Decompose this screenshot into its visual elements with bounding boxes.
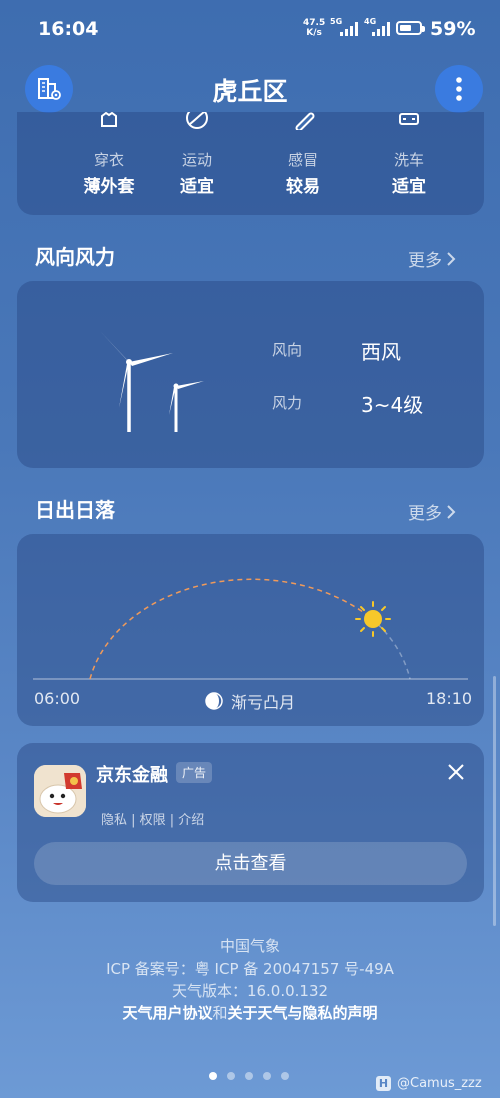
page-dot[interactable] xyxy=(245,1072,253,1080)
living-item-value: 较易 xyxy=(286,177,320,197)
battery-icon xyxy=(396,21,425,35)
ball-icon xyxy=(186,112,208,129)
scroll-indicator xyxy=(493,676,496,926)
more-vertical-icon xyxy=(456,77,462,101)
shirt-icon xyxy=(101,112,117,127)
ad-title: 京东金融 xyxy=(96,765,168,786)
jd-mascot-icon xyxy=(34,765,86,817)
ad-badge: 广告 xyxy=(176,762,213,783)
wind-section-title: 风向风力 xyxy=(35,245,115,269)
watermark-logo-icon: H xyxy=(376,1076,391,1091)
signal-icon xyxy=(372,22,390,36)
wind-more-link[interactable]: 更多 xyxy=(408,246,456,271)
page-dot[interactable] xyxy=(227,1072,235,1080)
footer-agreements: 天气用户协议和关于天气与隐私的声明 xyxy=(0,1002,500,1023)
privacy-statement-link[interactable]: 关于天气与隐私的声明 xyxy=(228,1004,378,1022)
net-speed: 47.5 K/s xyxy=(303,18,325,38)
living-item-label: 感冒 xyxy=(287,151,318,169)
more-label: 更多 xyxy=(408,251,442,271)
ad-links[interactable]: 隐私 | 权限 | 介绍 xyxy=(101,809,204,828)
chevron-right-icon xyxy=(447,504,456,519)
battery-fill xyxy=(400,25,411,31)
living-item-label: 运动 xyxy=(181,151,212,169)
sun-path-passed xyxy=(89,578,372,680)
sunset-time: 18:10 xyxy=(426,689,473,708)
watermark-text: @Camus_zzz xyxy=(397,1076,482,1091)
status-time: 16:04 xyxy=(38,18,99,40)
living-item-value: 适宜 xyxy=(180,177,214,197)
net-speed-unit: K/s xyxy=(306,28,322,38)
chevron-right-icon xyxy=(447,251,456,266)
more-label: 更多 xyxy=(408,504,442,524)
moon-icon xyxy=(205,692,223,710)
watermark: H @Camus_zzz xyxy=(376,1076,482,1091)
moon-phase-label: 渐亏凸月 xyxy=(231,693,296,712)
moon-phase: 渐亏凸月 xyxy=(205,689,295,713)
more-menu-button[interactable] xyxy=(435,65,483,113)
close-icon[interactable] xyxy=(445,761,467,783)
wind-force-label: 风力 xyxy=(272,394,303,412)
wind-direction-value: 西风 xyxy=(361,340,401,364)
user-agreement-link[interactable]: 天气用户协议 xyxy=(122,1004,212,1022)
wind-direction-label: 风向 xyxy=(272,341,303,359)
jd-finance-app-icon[interactable] xyxy=(34,765,86,817)
ad-view-button[interactable]: 点击查看 xyxy=(34,842,467,885)
living-item-label: 穿衣 xyxy=(93,151,124,169)
footer-version: 天气版本：16.0.0.132 xyxy=(171,982,329,1000)
status-bar: 16:04 47.5 K/s 5G 4G 59% xyxy=(0,0,500,60)
car-icon xyxy=(399,113,419,125)
living-item-value: 薄外套 xyxy=(83,177,135,197)
sunrise-time: 06:00 xyxy=(34,689,81,708)
page-dot[interactable] xyxy=(209,1072,217,1080)
ad-card: 京东金融 广告 隐私 | 权限 | 介绍 点击查看 xyxy=(17,743,484,902)
battery-percent: 59% xyxy=(430,18,476,40)
net-speed-value: 47.5 xyxy=(303,18,326,28)
page-title: 虎丘区 xyxy=(212,77,288,106)
living-item-value: 适宜 xyxy=(392,177,426,197)
sun-card: 06:00 渐亏凸月 18:10 xyxy=(17,534,484,726)
wind-force-value: 3~4级 xyxy=(361,393,424,417)
sun-icon xyxy=(355,601,391,637)
battery-cap xyxy=(422,26,425,32)
wind-turbine-icon xyxy=(100,331,204,432)
pill-icon xyxy=(295,112,315,130)
signal-icon xyxy=(340,22,358,36)
wind-card: 风向 西风 风力 3~4级 xyxy=(17,281,484,468)
footer-and: 和 xyxy=(212,1004,228,1022)
page-dot[interactable] xyxy=(263,1072,271,1080)
living-item-label: 洗车 xyxy=(393,151,424,169)
page-dot[interactable] xyxy=(281,1072,289,1080)
footer-icp[interactable]: ICP 备案号：粤 ICP 备 20047157 号-49A xyxy=(0,958,500,979)
living-index-card: 穿衣 薄外套 运动 适宜 感冒 较易 洗车 适宜 xyxy=(17,112,484,215)
footer-source: 中国气象 xyxy=(219,937,280,955)
page-indicator[interactable] xyxy=(209,1072,289,1080)
sun-section-title: 日出日落 xyxy=(35,498,115,522)
sun-path-remaining xyxy=(370,617,411,680)
sun-more-link[interactable]: 更多 xyxy=(408,499,456,524)
